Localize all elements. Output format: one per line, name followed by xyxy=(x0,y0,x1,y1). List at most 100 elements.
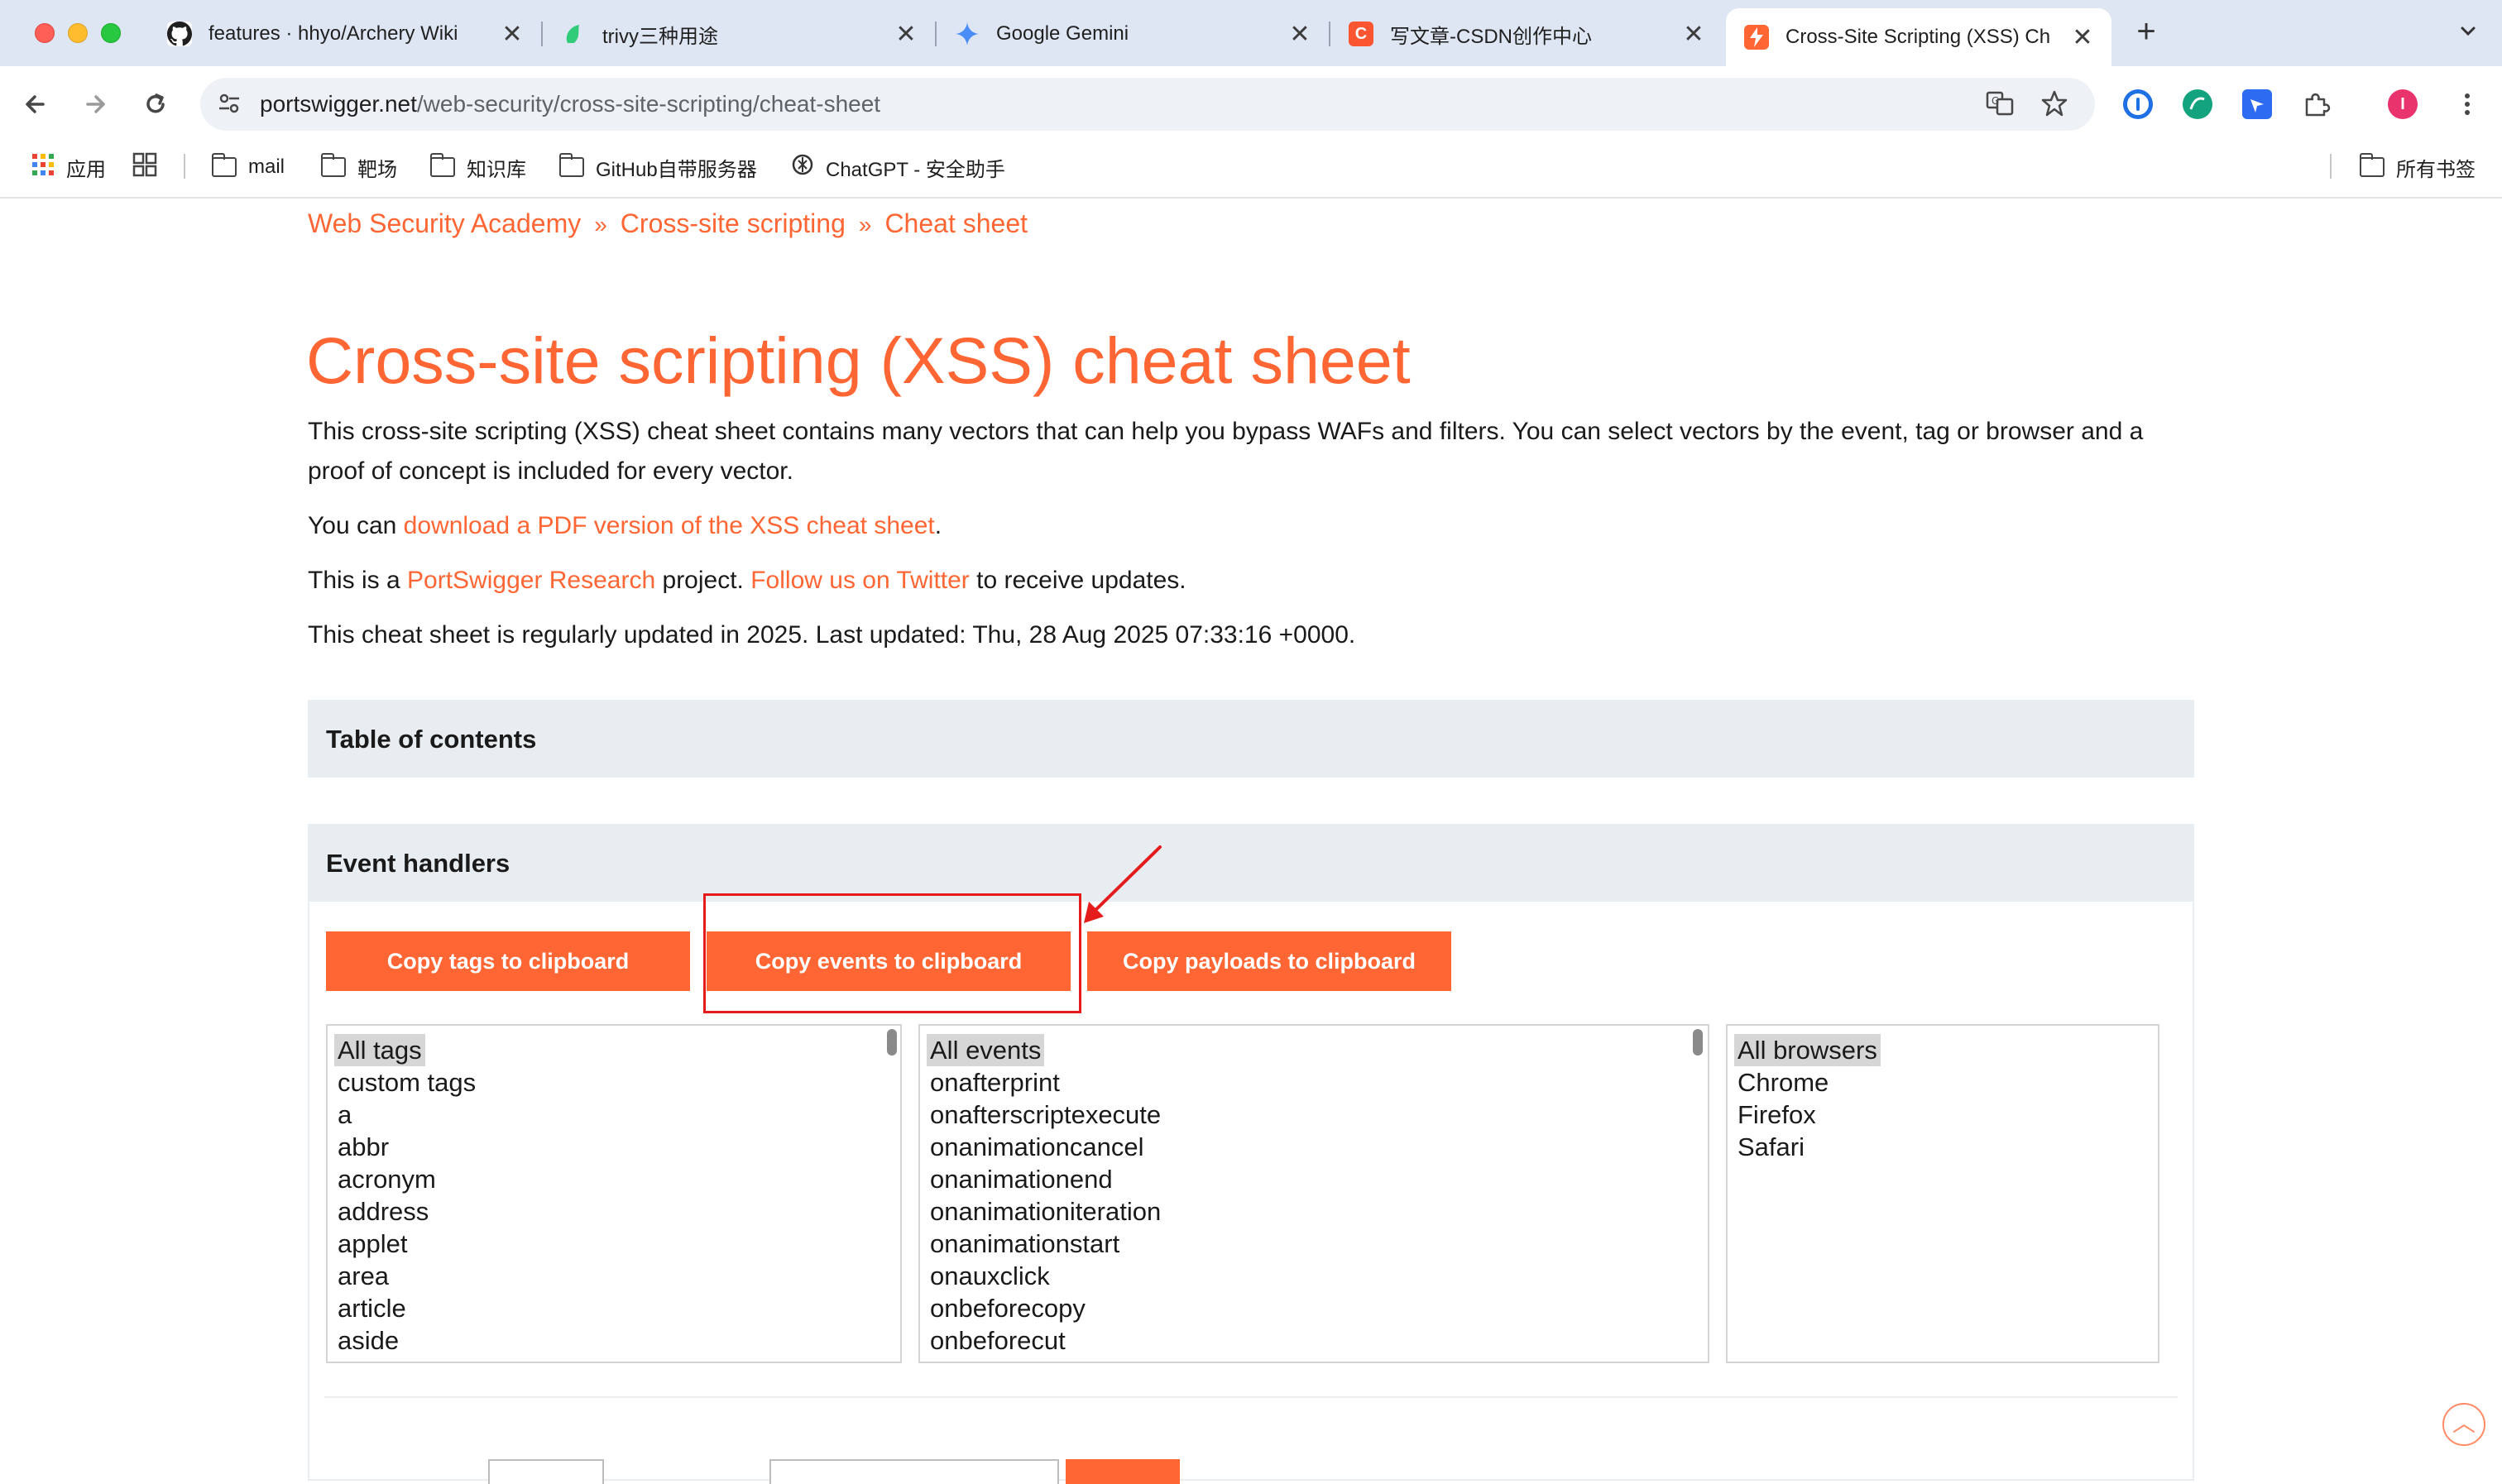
annotation-arrow-icon xyxy=(1084,845,1162,923)
extensions-puzzle-icon[interactable] xyxy=(2302,89,2332,119)
bookmarks-divider xyxy=(2330,154,2332,179)
apps-grid-icon xyxy=(31,153,55,182)
new-tab-button[interactable]: + xyxy=(2130,15,2163,48)
event-option[interactable]: onanimationend xyxy=(930,1163,1698,1195)
annotation-highlight-box xyxy=(703,893,1081,1013)
event-option-selected[interactable]: All events xyxy=(927,1034,1045,1066)
bookmark-label: mail xyxy=(248,156,285,178)
twitter-link[interactable]: Follow us on Twitter xyxy=(750,567,970,594)
tags-options: All tags custom tags a abbr acronym addr… xyxy=(328,1026,900,1362)
folder-icon xyxy=(558,153,584,177)
download-pdf-link[interactable]: download a PDF version of the XSS cheat … xyxy=(404,512,935,539)
folder-icon xyxy=(211,153,237,177)
tab-close-icon[interactable]: ✕ xyxy=(1681,20,1706,49)
tag-option[interactable]: area xyxy=(338,1260,890,1292)
folder-icon xyxy=(320,153,346,177)
bookmark-folder-kb[interactable]: 知识库 xyxy=(429,152,526,182)
tag-option[interactable]: abbr xyxy=(338,1131,890,1163)
url-path: /web-security/cross-site-scripting/cheat… xyxy=(416,91,881,117)
copy-payloads-button[interactable]: Copy payloads to clipboard xyxy=(1087,931,1451,991)
event-option[interactable]: onbeforeinput xyxy=(930,1357,1698,1362)
bookmark-label: 靶场 xyxy=(357,158,397,181)
event-option[interactable]: onbeforecut xyxy=(930,1324,1698,1357)
back-to-top-icon[interactable]: ︿ xyxy=(2442,1403,2485,1446)
all-bookmarks-button[interactable]: 所有书签 xyxy=(2359,152,2476,182)
tags-select-list[interactable]: All tags custom tags a abbr acronym addr… xyxy=(326,1024,902,1363)
tag-option[interactable]: aside xyxy=(338,1324,890,1357)
tab-search-chevron-icon[interactable] xyxy=(2454,20,2482,48)
address-url[interactable]: portswigger.net/web-security/cross-site-… xyxy=(260,91,880,117)
tag-option[interactable]: custom tags xyxy=(338,1066,890,1099)
tab-close-icon[interactable]: ✕ xyxy=(2070,23,2095,52)
browser-tab[interactable]: C 写文章-CSDN创作中心 ✕ xyxy=(1330,8,1723,60)
tab-close-icon[interactable]: ✕ xyxy=(500,20,525,49)
tag-option[interactable]: applet xyxy=(338,1228,890,1260)
section-divider xyxy=(324,1396,2178,1398)
bookmark-chatgpt[interactable]: ChatGPT - 安全助手 xyxy=(791,152,1005,182)
event-option[interactable]: onauxclick xyxy=(930,1260,1698,1292)
tag-option[interactable]: article xyxy=(338,1292,890,1324)
site-info-icon[interactable] xyxy=(217,91,242,116)
copy-tags-button[interactable]: Copy tags to clipboard xyxy=(326,931,690,991)
events-select-list[interactable]: All events onafterprint onafterscriptexe… xyxy=(918,1024,1709,1363)
tab-groups-button[interactable] xyxy=(132,152,157,182)
tab-title: Cross-Site Scripting (XSS) Ch xyxy=(1785,26,2051,48)
breadcrumb-separator: » xyxy=(594,212,607,237)
bookmark-apps[interactable]: 应用 xyxy=(31,152,106,182)
research-paragraph: This is a PortSwigger Research project. … xyxy=(308,561,2202,601)
browser-option[interactable]: Firefox xyxy=(1738,1099,2148,1131)
table-of-contents-header[interactable]: Table of contents xyxy=(308,700,2194,778)
event-option[interactable]: onbeforecopy xyxy=(930,1292,1698,1324)
tab-groups-icon xyxy=(132,152,157,183)
download-suffix: . xyxy=(934,512,942,539)
tag-option-selected[interactable]: All tags xyxy=(334,1034,425,1066)
reload-icon[interactable] xyxy=(137,86,174,122)
breadcrumb-link-academy[interactable]: Web Security Academy xyxy=(308,208,581,238)
portswigger-research-link[interactable]: PortSwigger Research xyxy=(407,567,655,594)
back-arrow-icon[interactable] xyxy=(18,86,55,122)
events-scrollbar-thumb[interactable] xyxy=(1693,1029,1703,1056)
onepassword-extension-icon[interactable] xyxy=(2123,89,2153,119)
event-option[interactable]: onafterprint xyxy=(930,1066,1698,1099)
browser-tab-active[interactable]: Cross-Site Scripting (XSS) Ch ✕ xyxy=(1726,8,2111,66)
browser-tab[interactable]: Google Gemini ✕ xyxy=(937,8,1329,60)
partial-button-stub xyxy=(1066,1459,1180,1484)
tags-scrollbar-thumb[interactable] xyxy=(887,1029,897,1056)
forward-arrow-icon[interactable] xyxy=(78,86,114,122)
breadcrumb-link-cheatsheet[interactable]: Cheat sheet xyxy=(884,208,1028,238)
tag-option[interactable]: acronym xyxy=(338,1163,890,1195)
event-option[interactable]: onafterscriptexecute xyxy=(930,1099,1698,1131)
browser-option[interactable]: Chrome xyxy=(1738,1066,2148,1099)
github-icon xyxy=(167,22,192,46)
tab-close-icon[interactable]: ✕ xyxy=(1287,20,1312,49)
browser-tab[interactable]: trivy三种用途 ✕ xyxy=(543,8,935,60)
browser-tab[interactable]: features · hhyo/Archery Wiki ✕ xyxy=(149,8,541,60)
download-paragraph: You can download a PDF version of the XS… xyxy=(308,506,2202,546)
event-option[interactable]: onanimationiteration xyxy=(930,1195,1698,1228)
tab-close-icon[interactable]: ✕ xyxy=(894,20,918,49)
browsers-options: All browsers Chrome Firefox Safari xyxy=(1728,1026,2158,1171)
tag-option[interactable]: a xyxy=(338,1099,890,1131)
profile-avatar[interactable]: I xyxy=(2388,89,2418,119)
tag-option[interactable]: address xyxy=(338,1195,890,1228)
bookmark-folder-mail[interactable]: mail xyxy=(211,152,285,182)
breadcrumb-link-xss[interactable]: Cross-site scripting xyxy=(621,208,846,238)
translate-icon[interactable]: G xyxy=(1986,89,2014,117)
window-zoom-button[interactable] xyxy=(101,23,121,43)
event-option[interactable]: onanimationstart xyxy=(930,1228,1698,1260)
event-option[interactable]: onanimationcancel xyxy=(930,1131,1698,1163)
browser-option[interactable]: Safari xyxy=(1738,1131,2148,1163)
browser-option-selected[interactable]: All browsers xyxy=(1734,1034,1881,1066)
green-extension-icon[interactable] xyxy=(2183,89,2212,119)
tag-option[interactable]: audio xyxy=(338,1357,890,1362)
window-minimize-button[interactable] xyxy=(68,23,88,43)
browsers-select-list[interactable]: All browsers Chrome Firefox Safari xyxy=(1726,1024,2159,1363)
yuque-icon xyxy=(561,22,586,46)
window-close-button[interactable] xyxy=(35,23,55,43)
browser-menu-icon[interactable] xyxy=(2452,89,2482,119)
toc-label: Table of contents xyxy=(326,725,537,754)
bookmark-folder-range[interactable]: 靶场 xyxy=(320,152,397,182)
bookmark-star-icon[interactable] xyxy=(2040,89,2068,117)
blue-extension-icon[interactable] xyxy=(2242,89,2272,119)
bookmark-folder-github[interactable]: GitHub自带服务器 xyxy=(558,152,757,182)
